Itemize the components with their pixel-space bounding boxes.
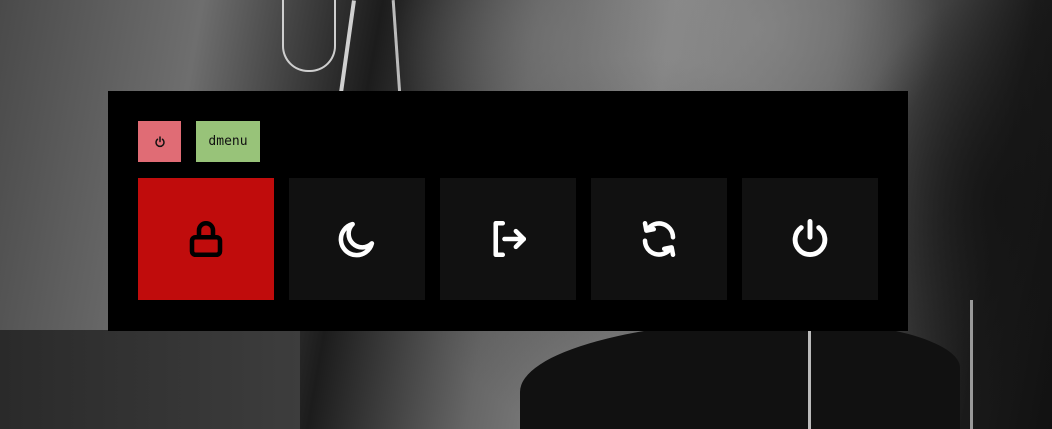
logout-icon <box>493 220 527 258</box>
shutdown-icon <box>792 219 828 257</box>
moon-icon <box>338 221 375 258</box>
power-icon <box>154 135 165 147</box>
logout-button[interactable] <box>440 178 576 300</box>
mode-chip[interactable] <box>138 121 181 162</box>
wallpaper-shape <box>0 330 300 429</box>
wallpaper-earring <box>282 0 336 72</box>
reboot-icon <box>642 220 676 258</box>
wallpaper-hair-strand <box>970 300 973 429</box>
reboot-button[interactable] <box>591 178 727 300</box>
menu-header: dmenu <box>138 121 260 162</box>
prompt-chip[interactable]: dmenu <box>196 121 260 162</box>
shutdown-button[interactable] <box>742 178 878 300</box>
lock-button[interactable] <box>138 178 274 300</box>
wallpaper-hair-strand <box>391 0 402 95</box>
prompt-label: dmenu <box>208 134 248 149</box>
lock-icon <box>189 221 223 258</box>
power-menu: dmenu <box>108 91 908 331</box>
wallpaper-hair-strand <box>338 0 356 100</box>
suspend-button[interactable] <box>289 178 425 300</box>
action-list <box>138 178 878 300</box>
wallpaper-shape <box>520 320 960 429</box>
